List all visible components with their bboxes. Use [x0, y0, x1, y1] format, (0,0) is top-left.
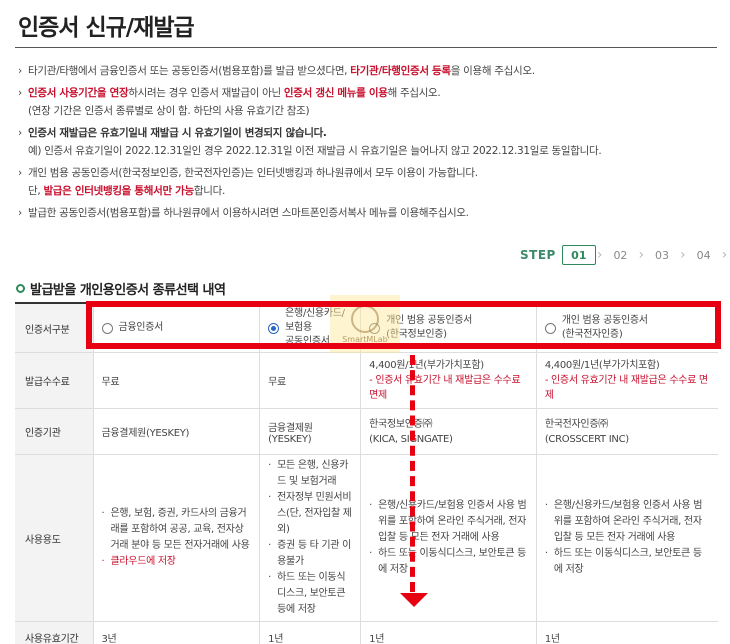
bullet-icon: ›: [18, 65, 22, 77]
notice-item: (연장 기간은 인증서 종류별로 상이 함. 하단의 사용 유효기간 참조): [18, 102, 718, 120]
notice-text: 하시려는 경우 인증서 재발급이 아닌: [128, 87, 284, 99]
notice-list: › 타기관/타행에서 금융인증서 또는 공동인증서(범용포함)를 발급 받으셨다면…: [18, 62, 718, 222]
fee-cell: 무료: [93, 352, 261, 409]
step-indicator: STEP 01›02›03›04›05: [520, 244, 730, 266]
section-title-text: 발급받을 개인용인증서 종류선택 내역: [30, 283, 226, 298]
row-header: 발급수수료: [15, 352, 94, 409]
chevron-right-icon: ›: [721, 247, 728, 263]
notice-item: › 타기관/타행에서 금융인증서 또는 공동인증서(범용포함)를 발급 받으셨다면…: [18, 62, 718, 80]
notice-item: › 개인 범용 공동인증서(한국정보인증, 한국전자인증)는 인터넷뱅킹과 하나원…: [18, 164, 718, 182]
notice-item: 단, 발급은 인터넷뱅킹을 통해서만 가능합니다.: [18, 182, 718, 200]
notice-text: 타기관/타행인증서 등록: [350, 65, 451, 77]
notice-text: 발급한 공동인증서(범용포함)를 하나원큐에서 이용하시려면 스마트폰인증서복사…: [28, 207, 469, 219]
section-title: 발급받을 개인용인증서 종류선택 내역: [16, 279, 226, 298]
org-cell: 한국정보인증㈜ (KICA, SIGNGATE): [360, 408, 537, 455]
table-row-type: 인증서구분 금융인증서 은행/신용카드/보험용 공동인증서 개인 범용 공동인증서…: [15, 302, 718, 353]
notice-item: › 발급한 공동인증서(범용포함)를 하나원큐에서 이용하시려면 스마트폰인증서복…: [18, 204, 718, 222]
notice-text: 합니다.: [193, 185, 226, 197]
step-3: 03: [655, 248, 670, 262]
radio-button-selected[interactable]: [268, 322, 280, 334]
row-header: 인증기관: [15, 408, 94, 455]
org-cell: 금융결제원(YESKEY): [259, 408, 362, 455]
notice-item: › 인증서 사용기간을 연장하시려는 경우 인증서 재발급이 아닌 인증서 갱신 …: [18, 84, 718, 102]
type-cell[interactable]: 은행/신용카드/보험용 공동인증서: [259, 302, 362, 353]
notice-text: 예) 인증서 유효기일이 2022.12.31일인 경우 2022.12.31일…: [28, 145, 602, 157]
notice-text: 인증서 재발급은 유효기일내 재발급 시 유효기일이 변경되지 않습니다.: [28, 127, 327, 139]
table-row-org: 인증기관 금융결제원(YESKEY) 금융결제원(YESKEY) 한국정보인증㈜…: [15, 408, 718, 455]
bullet-icon: ›: [18, 87, 22, 99]
radio-button[interactable]: [369, 322, 381, 334]
row-header: 사용용도: [15, 454, 94, 622]
step-2: 02: [613, 248, 628, 262]
notice-text: 인증서 갱신 메뉴를 이용: [283, 87, 388, 99]
usage-item: 전자정부 민원서비스(단, 전자입찰 제외): [268, 490, 352, 538]
usage-item: 은행/신용카드/보험용 인증서 사용 범위를 포함하여 온라인 주식거래, 전자…: [369, 498, 528, 546]
notice-text: 개인 범용 공동인증서(한국정보인증, 한국전자인증)는 인터넷뱅킹과 하나원큐…: [28, 167, 478, 179]
row-header: 사용유효기간: [15, 621, 94, 644]
type-cell[interactable]: 개인 범용 공동인증서 (한국전자인증): [536, 302, 718, 353]
bullet-icon: ›: [18, 167, 22, 179]
usage-item: 하드 또는 이동식디스크, 보안토큰 등에 저장: [369, 546, 528, 578]
certificate-type-table: 인증서구분 금융인증서 은행/신용카드/보험용 공동인증서 개인 범용 공동인증서…: [15, 302, 718, 644]
radio-button[interactable]: [101, 322, 113, 334]
validity-cell: 1년: [259, 621, 362, 644]
usage-cell: 모든 은행, 신용카드 및 보험거래전자정부 민원서비스(단, 전자입찰 제외)…: [259, 454, 362, 622]
table-row-validity: 사용유효기간 3년 1년 1년 1년: [15, 621, 718, 644]
validity-cell: 3년: [93, 621, 261, 644]
step-1: 01: [561, 245, 596, 265]
table-row-fee: 발급수수료 무료 무료 4,400원/1년(부가가치포함) - 인증서 유효기간 …: [15, 352, 718, 409]
usage-item: 은행/신용카드/보험용 인증서 사용 범위를 포함하여 온라인 주식거래, 전자…: [545, 498, 710, 546]
chevron-right-icon: ›: [680, 247, 686, 263]
usage-item: 하드 또는 이동식디스크, 보안토큰 등에 저장: [545, 546, 710, 578]
row-header: 인증서구분: [15, 302, 94, 353]
notice-text: (연장 기간은 인증서 종류별로 상이 함. 하단의 사용 유효기간 참조): [28, 105, 310, 117]
radio-crosscert-cert[interactable]: 개인 범용 공동인증서 (한국전자인증): [544, 314, 710, 342]
usage-cell: 은행/신용카드/보험용 인증서 사용 범위를 포함하여 온라인 주식거래, 전자…: [536, 454, 718, 622]
notice-text: 단,: [28, 185, 44, 197]
bullet-icon: ›: [18, 207, 22, 219]
validity-cell: 1년: [360, 621, 537, 644]
section-bullet-icon: [16, 284, 25, 293]
type-cell[interactable]: 금융인증서: [93, 302, 261, 353]
notice-text: 인증서 사용기간을 연장: [28, 87, 129, 99]
usage-item: 은행, 보험, 증권, 카드사의 금융거래를 포함하여 공공, 교육, 전자상거…: [102, 506, 252, 554]
notice-text: 발급은 인터넷뱅킹을 통해서만 가능: [43, 185, 194, 197]
notice-text: 타기관/타행에서 금융인증서 또는 공동인증서(범용포함)를 발급 받으셨다면,: [28, 65, 351, 77]
validity-cell: 1년: [536, 621, 718, 644]
fee-cell: 4,400원/1년(부가가치포함) - 인증서 유효기간 내 재발급은 수수료 면…: [360, 352, 537, 409]
radio-button[interactable]: [544, 322, 556, 334]
notice-item: › 인증서 재발급은 유효기일내 재발급 시 유효기일이 변경되지 않습니다.: [18, 124, 718, 142]
usage-cell: 은행/신용카드/보험용 인증서 사용 범위를 포함하여 온라인 주식거래, 전자…: [360, 454, 537, 622]
usage-item: 하드 또는 이동식디스크, 보안토큰 등에 저장: [268, 570, 352, 618]
notice-text: 해 주십시오.: [387, 87, 441, 99]
org-cell: 금융결제원(YESKEY): [93, 408, 261, 455]
type-cell[interactable]: 개인 범용 공동인증서 (한국정보인증): [360, 302, 537, 353]
org-cell: 한국전자인증㈜ (CROSSCERT INC): [536, 408, 718, 455]
chevron-right-icon: ›: [638, 247, 645, 263]
title-divider: [15, 47, 717, 48]
table-row-usage: 사용용도 은행, 보험, 증권, 카드사의 금융거래를 포함하여 공공, 교육,…: [15, 454, 718, 622]
usage-item-highlight: 클라우드에 저장: [102, 554, 252, 570]
radio-bank-cert[interactable]: 은행/신용카드/보험용 공동인증서: [268, 307, 352, 349]
step-4: 04: [696, 248, 711, 262]
fee-cell: 4,400원/1년(부가가치포함) - 인증서 유효기간 내 재발급은 수수료 면…: [536, 352, 718, 409]
page-title: 인증서 신규/재발급: [18, 15, 195, 41]
bullet-icon: ›: [18, 127, 22, 139]
notice-item: 예) 인증서 유효기일이 2022.12.31일인 경우 2022.12.31일…: [18, 142, 718, 160]
notice-text: 을 이용해 주십시오.: [450, 65, 535, 77]
radio-financial-cert[interactable]: 금융인증서: [101, 321, 252, 335]
usage-item: 증권 등 타 기관 이용불가: [268, 538, 352, 570]
radio-kica-cert[interactable]: 개인 범용 공동인증서 (한국정보인증): [369, 314, 528, 342]
fee-cell: 무료: [259, 352, 362, 409]
chevron-right-icon: ›: [596, 247, 603, 263]
step-label: STEP: [520, 248, 556, 262]
usage-cell: 은행, 보험, 증권, 카드사의 금융거래를 포함하여 공공, 교육, 전자상거…: [93, 454, 261, 622]
usage-item: 모든 은행, 신용카드 및 보험거래: [268, 458, 352, 490]
